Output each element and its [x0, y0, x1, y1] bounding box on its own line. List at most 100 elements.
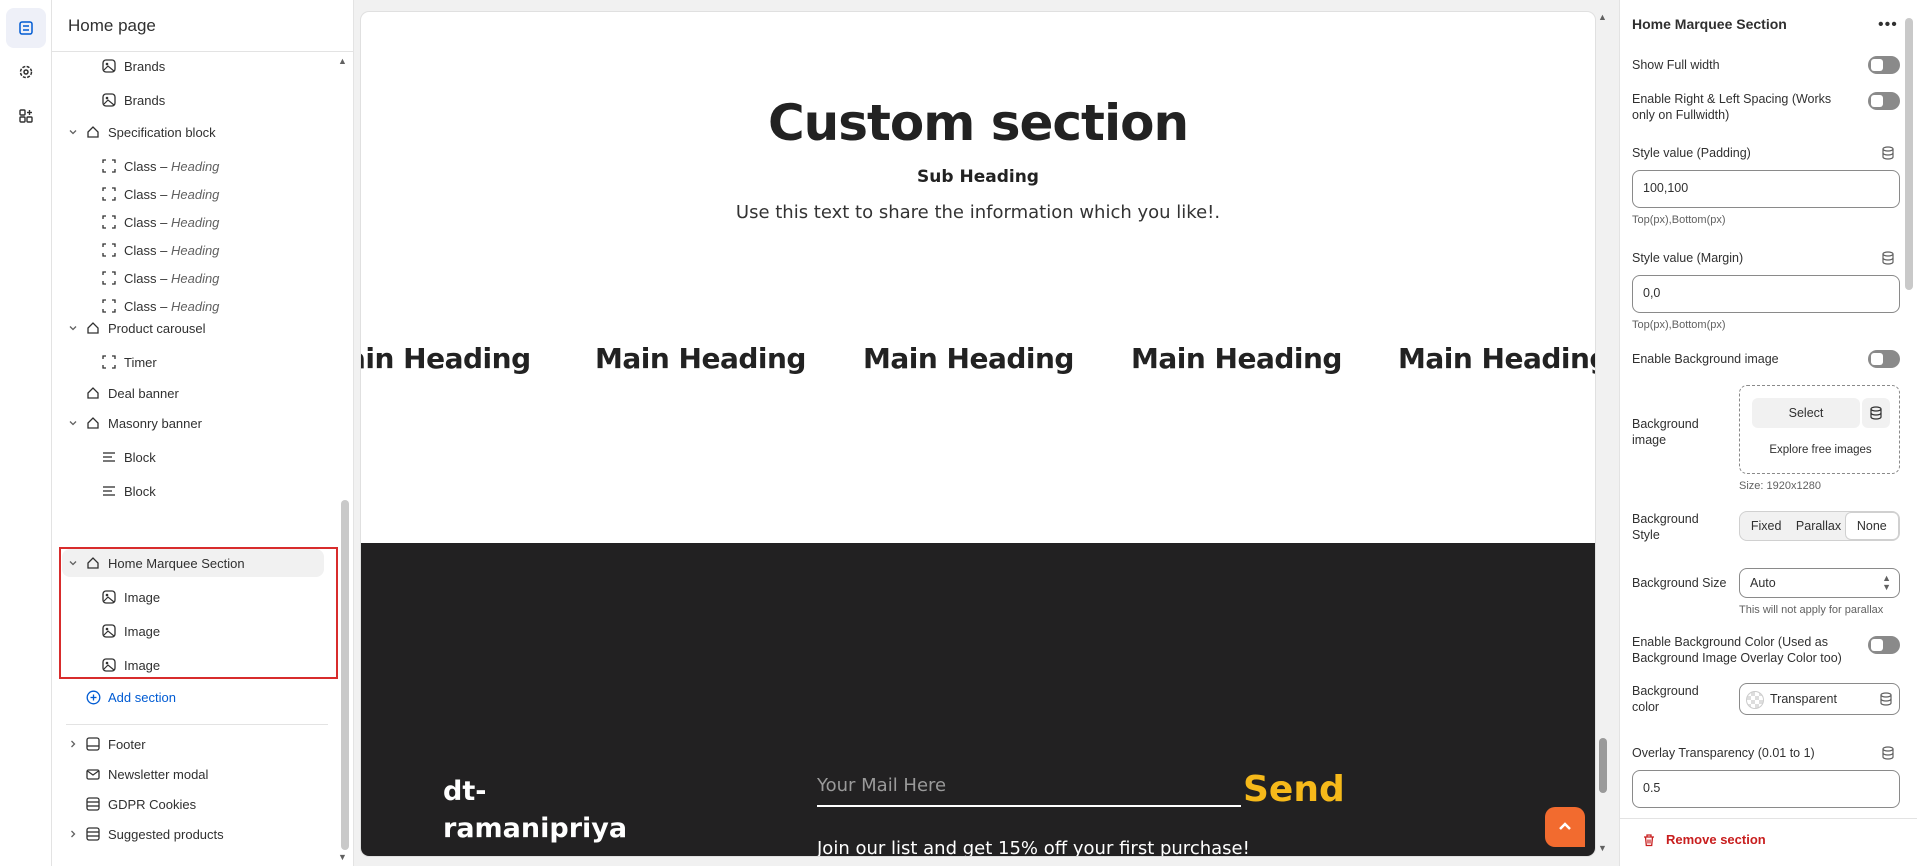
block-item-brands[interactable]: Brands [52, 52, 342, 80]
chevron-down-icon[interactable] [66, 416, 80, 430]
preview-canvas[interactable]: Custom section Sub Heading Use this text… [361, 12, 1595, 856]
bg-style-parallax[interactable]: Parallax [1792, 512, 1844, 540]
section-item-newsletter-modal[interactable]: Newsletter modal [52, 760, 342, 788]
explore-free-images-link[interactable]: Explore free images [1740, 444, 1901, 456]
chevron-right-icon[interactable] [66, 737, 80, 751]
block-frame-icon [101, 270, 117, 286]
block-label: Class – [124, 242, 168, 258]
block-frame-icon [101, 186, 117, 202]
custom-section-text: Use this text to share the information w… [735, 202, 1221, 223]
selection-highlight [59, 547, 338, 679]
footer-layout-icon [85, 736, 101, 752]
block-sublabel: Heading [170, 298, 220, 314]
scroll-up-arrow-icon[interactable]: ▲ [338, 56, 347, 66]
email-input[interactable]: Your Mail Here [817, 771, 1241, 807]
block-label: Class – [124, 214, 168, 230]
remove-section-button[interactable]: Remove section [1642, 832, 1766, 847]
section-tree: Brands Brands Specification block Class … [52, 52, 342, 866]
show-full-width-toggle[interactable] [1868, 56, 1900, 74]
select-image-button[interactable]: Select [1752, 398, 1860, 428]
enable-bg-image-toggle[interactable] [1868, 350, 1900, 368]
bg-image-label: Background image [1632, 417, 1699, 447]
add-section-button[interactable]: Add section [52, 683, 342, 711]
back-to-top-button[interactable] [1545, 807, 1585, 847]
scroll-down-arrow-icon[interactable]: ▼ [338, 852, 347, 862]
more-actions-icon[interactable]: ••• [1878, 16, 1898, 34]
sections-nav-button[interactable] [6, 8, 46, 48]
block-sublabel: Heading [170, 242, 220, 258]
block-item-brands[interactable]: Brands [52, 86, 342, 114]
gear-icon [19, 65, 33, 79]
section-label: Masonry banner [108, 415, 202, 431]
layout-icon [85, 826, 101, 842]
padding-label: Style value (Padding) [1632, 146, 1751, 160]
bg-color-picker[interactable]: Transparent [1739, 683, 1900, 715]
theme-settings-button[interactable] [6, 52, 46, 92]
marquee-strip: ain Heading Main Heading Main Heading Ma… [361, 342, 1595, 392]
section-label: Deal banner [108, 385, 179, 401]
bg-size-help: This will not apply for parallax [1739, 604, 1884, 616]
enable-bg-color-toggle[interactable] [1868, 636, 1900, 654]
text-lines-icon [101, 449, 117, 465]
bg-image-picker: Select Explore free images [1739, 385, 1900, 474]
custom-section-title: Custom section [767, 94, 1189, 152]
section-item-product-carousel[interactable]: Product carousel [52, 314, 342, 342]
add-circle-icon [85, 689, 101, 705]
enable-bg-color-label: Enable Background Color (Used as Backgro… [1632, 635, 1842, 665]
enable-spacing-toggle[interactable] [1868, 92, 1900, 110]
bg-style-fixed[interactable]: Fixed [1740, 512, 1792, 540]
chevron-down-icon[interactable] [66, 125, 80, 139]
select-arrows-icon: ▲ ▼ [1882, 573, 1891, 592]
overlay-input[interactable]: 0.5 [1632, 770, 1900, 808]
bg-color-label: Background color [1632, 684, 1699, 714]
section-item-specification-block[interactable]: Specification block [52, 118, 342, 146]
bg-style-none[interactable]: None [1844, 512, 1899, 540]
sidebar-scrollbar-thumb[interactable] [341, 500, 349, 850]
section-label: Newsletter modal [108, 766, 209, 782]
section-item-masonry-banner[interactable]: Masonry banner [52, 409, 342, 437]
image-icon [101, 58, 117, 74]
dynamic-source-icon[interactable] [1879, 692, 1893, 706]
block-item-class[interactable]: Class – Heading [52, 180, 342, 208]
section-item-gdpr-cookies[interactable]: GDPR Cookies [52, 790, 342, 818]
block-item-class[interactable]: Class – Heading [52, 236, 342, 264]
scroll-down-arrow-icon[interactable]: ▼ [1598, 843, 1607, 853]
chevron-right-icon[interactable] [66, 827, 80, 841]
bg-size-value: Auto [1750, 576, 1776, 590]
scroll-up-arrow-icon[interactable]: ▲ [1598, 12, 1607, 22]
app-rail [0, 0, 52, 866]
block-item-timer[interactable]: Timer [52, 348, 342, 376]
block-item-class[interactable]: Class – Heading [52, 152, 342, 180]
margin-input[interactable]: 0,0 [1632, 275, 1900, 313]
divider [66, 724, 328, 725]
section-item-suggested-products[interactable]: Suggested products [52, 820, 342, 848]
preview-scrollbar-thumb[interactable] [1599, 738, 1607, 793]
store-brand: dt- ramanipriya [443, 776, 628, 844]
bg-size-select[interactable]: Auto ▲ ▼ [1739, 568, 1900, 598]
block-item-class[interactable]: Class – Heading [52, 208, 342, 236]
dynamic-source-button[interactable] [1862, 398, 1890, 428]
newsletter-footer: dt- ramanipriya Your Mail Here Send Join… [361, 543, 1595, 856]
chevron-down-icon[interactable] [66, 321, 80, 335]
enable-spacing-label: Enable Right & Left Spacing (Works only … [1632, 92, 1832, 122]
dynamic-source-icon[interactable] [1881, 746, 1895, 760]
block-item-class[interactable]: Class – Heading [52, 264, 342, 292]
section-icon [85, 415, 101, 431]
bg-style-segmented: Fixed Parallax None [1739, 511, 1900, 541]
padding-input[interactable]: 100,100 [1632, 170, 1900, 208]
send-button[interactable]: Send [1243, 769, 1345, 810]
sections-icon [19, 21, 33, 35]
settings-scrollbar-thumb[interactable] [1905, 18, 1913, 290]
block-sublabel: Heading [170, 214, 220, 230]
apps-button[interactable] [6, 96, 46, 136]
padding-help: Top(px),Bottom(px) [1632, 214, 1726, 226]
mail-icon [85, 766, 101, 782]
dynamic-source-icon[interactable] [1881, 251, 1895, 265]
color-swatch[interactable] [1746, 691, 1764, 709]
block-item-block[interactable]: Block [52, 477, 342, 505]
section-item-footer[interactable]: Footer [52, 730, 342, 758]
section-item-deal-banner[interactable]: Deal banner [52, 379, 342, 407]
block-frame-icon [101, 214, 117, 230]
block-item-block[interactable]: Block [52, 443, 342, 471]
dynamic-source-icon[interactable] [1881, 146, 1895, 160]
